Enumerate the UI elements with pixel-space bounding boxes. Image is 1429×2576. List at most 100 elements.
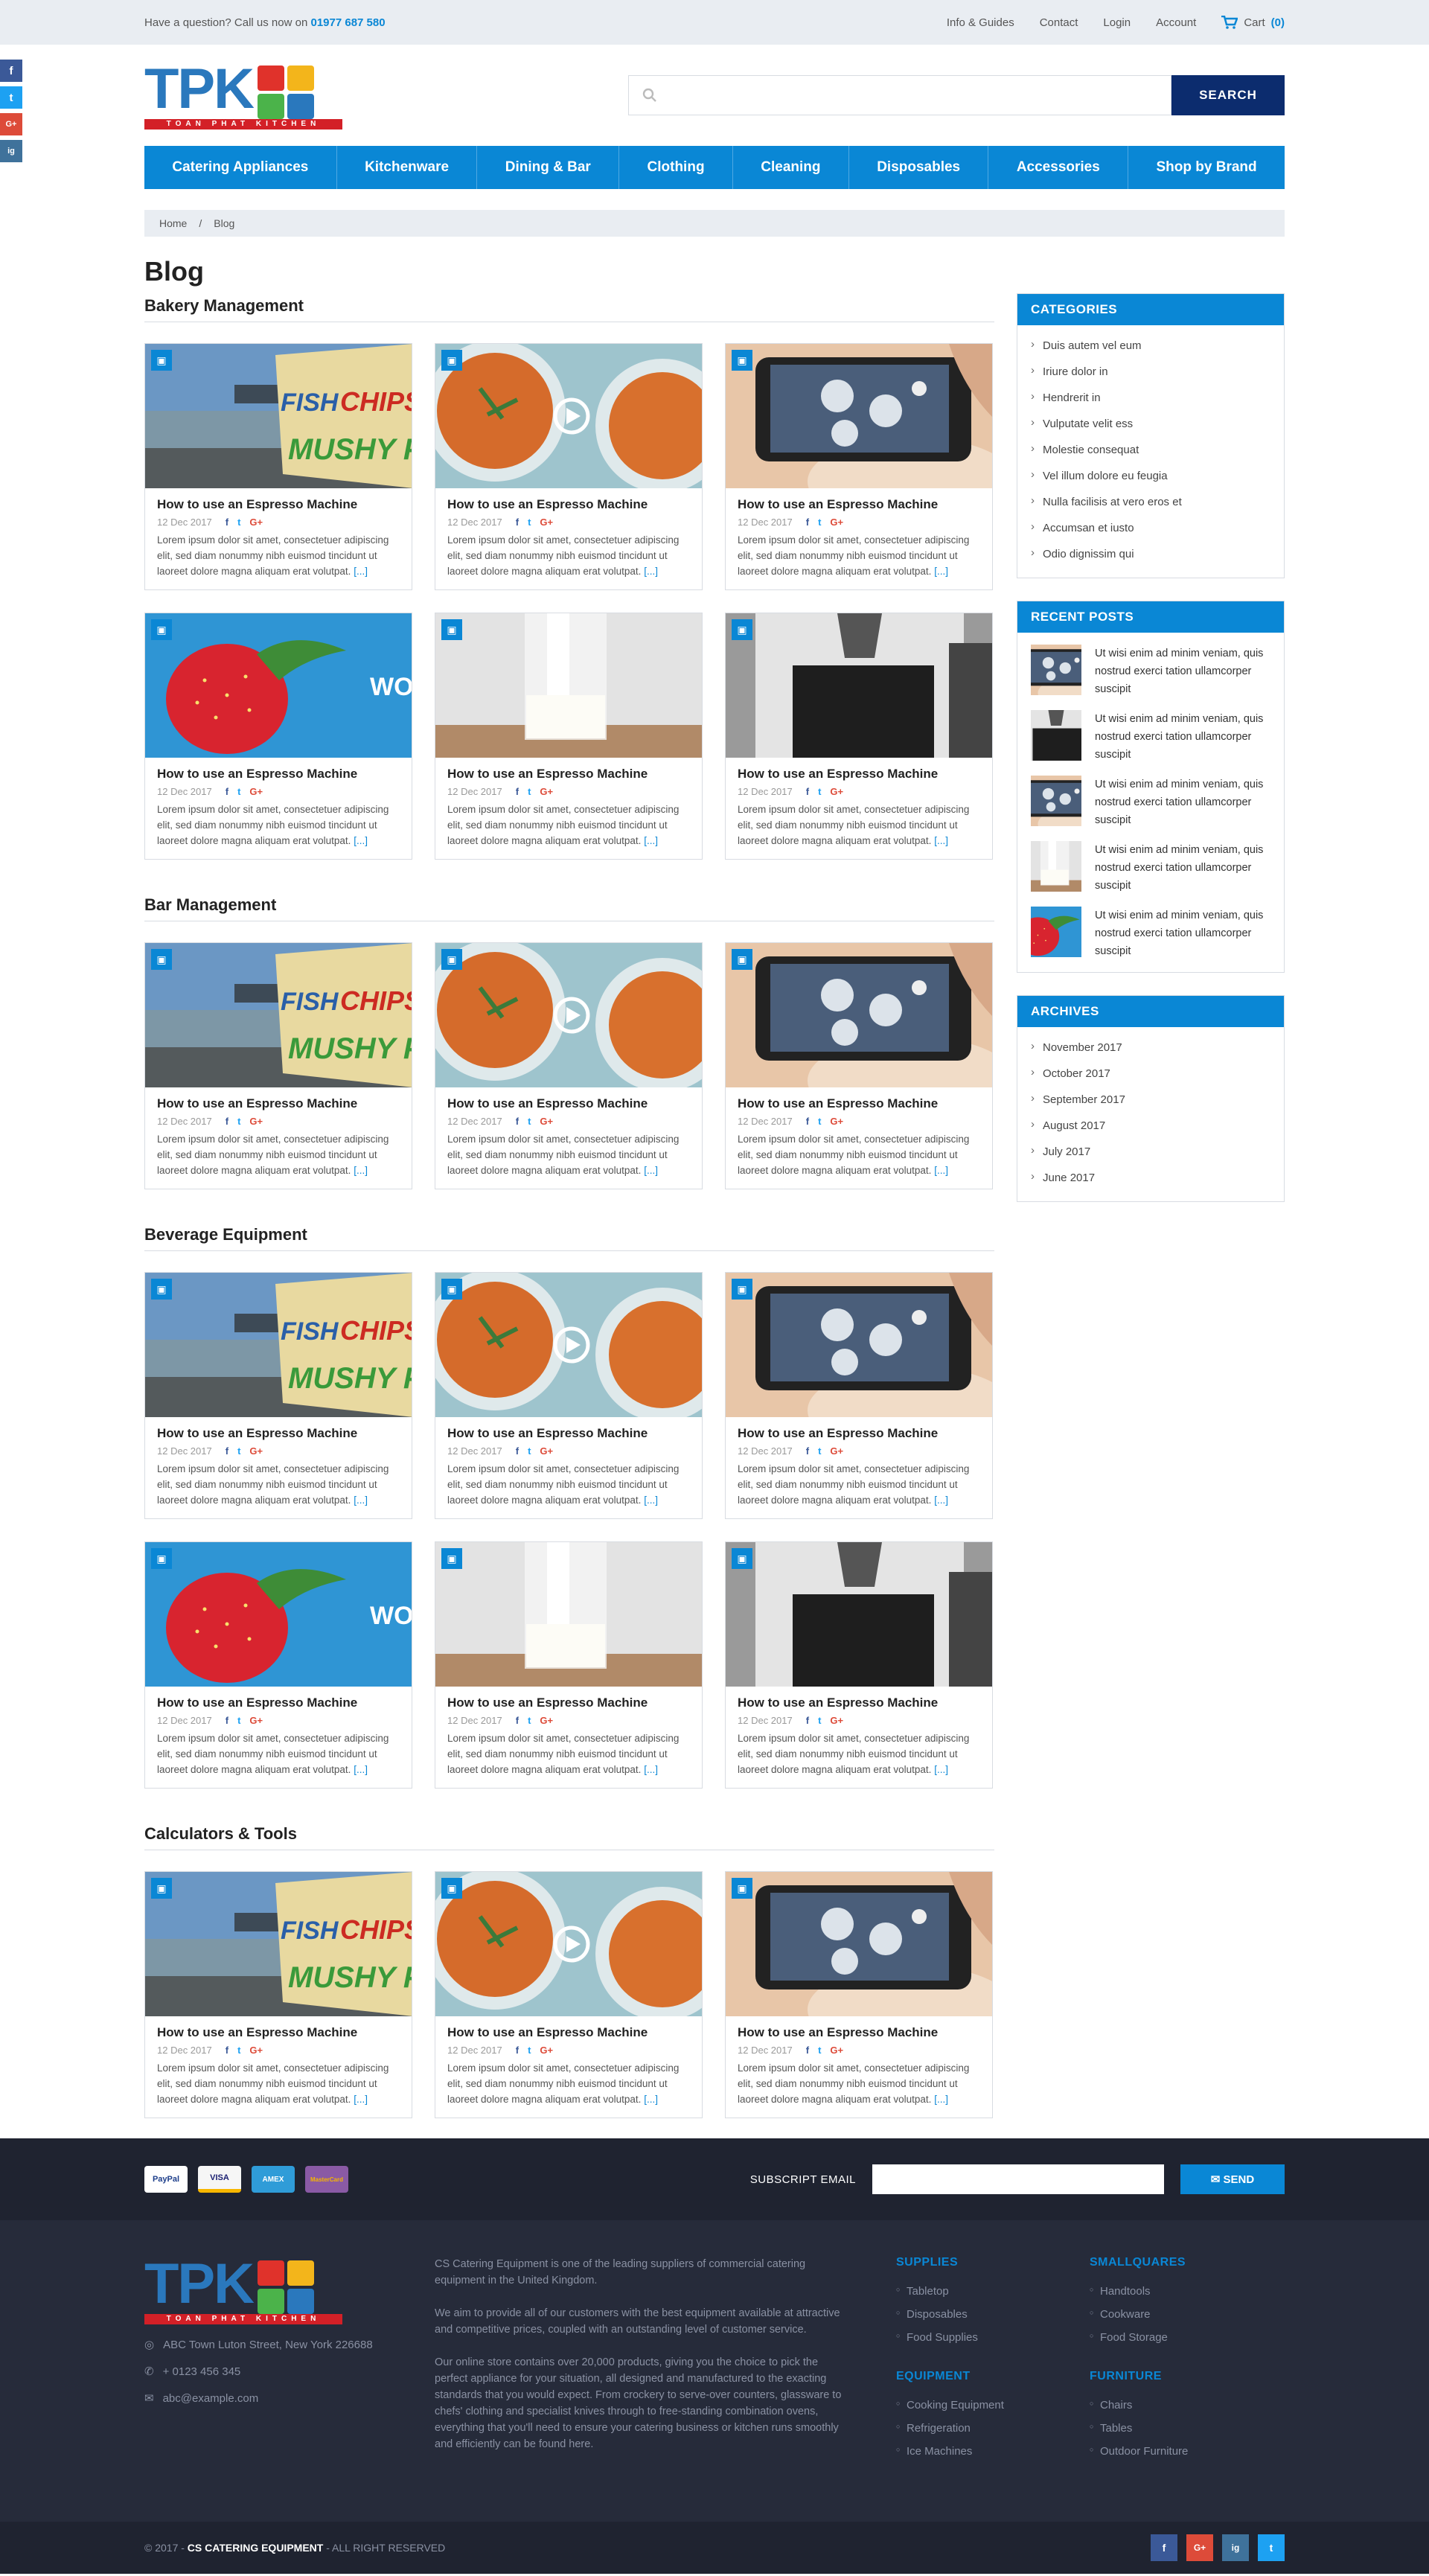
google-plus-icon[interactable]: G+ [540,1445,553,1457]
post-image[interactable]: FISHCHIPS MUSHY PEAS ▣ [145,1872,412,2016]
recent-post[interactable]: Ut wisi enim ad minim veniam, quis nostr… [1017,770,1284,835]
recent-post-title[interactable]: Ut wisi enim ad minim veniam, quis nostr… [1095,907,1270,960]
archive-link[interactable]: August 2017 [1031,1113,1270,1139]
google-plus-icon[interactable]: G+ [1186,2534,1213,2561]
recent-post-title[interactable]: Ut wisi enim ad minim veniam, quis nostr… [1095,841,1270,895]
read-more-link[interactable]: [...] [934,2094,948,2105]
post-image[interactable]: ▣ [435,1872,702,2016]
post-image[interactable]: ▣ [726,344,992,488]
read-more-link[interactable]: [...] [934,835,948,846]
twitter-icon[interactable]: t [237,517,240,528]
post-title[interactable]: How to use an Espresso Machine [447,1426,690,1441]
recent-post-thumb[interactable] [1031,841,1081,892]
google-plus-icon[interactable]: G+ [540,786,553,797]
google-plus-icon[interactable]: G+ [830,1715,843,1726]
send-button[interactable]: ✉ SEND [1180,2164,1285,2194]
recent-post[interactable]: WO Ut wisi enim ad minim veniam, quis nos… [1017,901,1284,966]
facebook-icon[interactable]: f [516,1715,519,1726]
facebook-icon[interactable]: f [516,786,519,797]
phone-link[interactable]: 01977 687 580 [310,16,385,29]
nav-clothing[interactable]: Clothing [619,146,733,189]
instagram-icon[interactable]: ig [0,140,22,162]
facebook-icon[interactable]: f [806,1445,809,1457]
twitter-icon[interactable]: t [237,786,240,797]
twitter-icon[interactable]: t [237,1116,240,1127]
account-link[interactable]: Account [1156,16,1196,29]
google-plus-icon[interactable]: G+ [249,517,263,528]
google-plus-icon[interactable]: G+ [830,2045,843,2056]
recent-post-title[interactable]: Ut wisi enim ad minim veniam, quis nostr… [1095,710,1270,764]
footer-link[interactable]: Handtools [1090,2280,1261,2303]
footer-link[interactable]: Cookware [1090,2303,1261,2326]
post-image[interactable]: ▣ [435,344,702,488]
cart-link[interactable]: Cart (0) [1221,16,1285,29]
twitter-icon[interactable]: t [237,2045,240,2056]
google-plus-icon[interactable]: G+ [540,517,553,528]
footer-link[interactable]: Outdoor Furniture [1090,2440,1261,2463]
google-plus-icon[interactable]: G+ [0,113,22,135]
twitter-icon[interactable]: t [237,1445,240,1457]
breadcrumb-home[interactable]: Home [159,217,187,229]
read-more-link[interactable]: [...] [354,566,368,577]
google-plus-icon[interactable]: G+ [249,1445,263,1457]
facebook-icon[interactable]: f [516,1116,519,1127]
twitter-icon[interactable]: t [818,1116,821,1127]
post-title[interactable]: How to use an Espresso Machine [447,497,690,512]
post-title[interactable]: How to use an Espresso Machine [157,1096,400,1111]
nav-kitchenware[interactable]: Kitchenware [337,146,478,189]
post-title[interactable]: How to use an Espresso Machine [157,497,400,512]
post-image[interactable]: WO ▣ [145,613,412,758]
archive-link[interactable]: November 2017 [1031,1035,1270,1061]
post-image[interactable]: ▣ [726,613,992,758]
facebook-icon[interactable]: f [226,1445,228,1457]
read-more-link[interactable]: [...] [644,1764,658,1775]
twitter-icon[interactable]: t [818,1445,821,1457]
twitter-icon[interactable]: t [528,1715,531,1726]
post-title[interactable]: How to use an Espresso Machine [447,1096,690,1111]
recent-post[interactable]: Ut wisi enim ad minim veniam, quis nostr… [1017,639,1284,704]
post-image[interactable]: WO ▣ [145,1542,412,1687]
post-title[interactable]: How to use an Espresso Machine [738,1696,980,1710]
post-title[interactable]: How to use an Espresso Machine [738,497,980,512]
google-plus-icon[interactable]: G+ [249,1715,263,1726]
post-title[interactable]: How to use an Espresso Machine [157,2025,400,2040]
post-image[interactable]: ▣ [435,1273,702,1417]
read-more-link[interactable]: [...] [934,1764,948,1775]
contact-link[interactable]: Contact [1040,16,1078,29]
facebook-icon[interactable]: f [226,1715,228,1726]
archive-link[interactable]: September 2017 [1031,1087,1270,1113]
category-link[interactable]: Odio dignissim qui [1031,541,1270,567]
post-title[interactable]: How to use an Espresso Machine [447,1696,690,1710]
google-plus-icon[interactable]: G+ [540,1116,553,1127]
post-image[interactable]: ▣ [435,613,702,758]
archive-link[interactable]: June 2017 [1031,1165,1270,1191]
read-more-link[interactable]: [...] [354,1764,368,1775]
footer-link[interactable]: Tabletop [896,2280,1090,2303]
read-more-link[interactable]: [...] [934,1165,948,1176]
nav-cleaning[interactable]: Cleaning [733,146,849,189]
recent-post-title[interactable]: Ut wisi enim ad minim veniam, quis nostr… [1095,776,1270,829]
post-title[interactable]: How to use an Espresso Machine [738,2025,980,2040]
post-title[interactable]: How to use an Espresso Machine [447,2025,690,2040]
twitter-icon[interactable]: t [528,1116,531,1127]
twitter-icon[interactable]: t [528,786,531,797]
facebook-icon[interactable]: f [1151,2534,1177,2561]
read-more-link[interactable]: [...] [644,2094,658,2105]
post-title[interactable]: How to use an Espresso Machine [157,1426,400,1441]
recent-post-title[interactable]: Ut wisi enim ad minim veniam, quis nostr… [1095,645,1270,698]
nav-catering-appliances[interactable]: Catering Appliances [144,146,337,189]
instagram-icon[interactable]: ig [1222,2534,1249,2561]
twitter-icon[interactable]: t [528,1445,531,1457]
archive-link[interactable]: October 2017 [1031,1061,1270,1087]
subscribe-email-input[interactable] [872,2164,1164,2194]
category-link[interactable]: Hendrerit in [1031,385,1270,411]
category-link[interactable]: Iriure dolor in [1031,359,1270,385]
read-more-link[interactable]: [...] [354,1495,368,1506]
recent-post[interactable]: Ut wisi enim ad minim veniam, quis nostr… [1017,835,1284,901]
search-button[interactable]: SEARCH [1171,75,1285,115]
facebook-icon[interactable]: f [806,2045,809,2056]
category-link[interactable]: Vulputate velit ess [1031,411,1270,437]
facebook-icon[interactable]: f [806,1715,809,1726]
post-image[interactable]: FISHCHIPS MUSHY PEAS ▣ [145,943,412,1087]
footer-link[interactable]: Food Supplies [896,2326,1090,2349]
